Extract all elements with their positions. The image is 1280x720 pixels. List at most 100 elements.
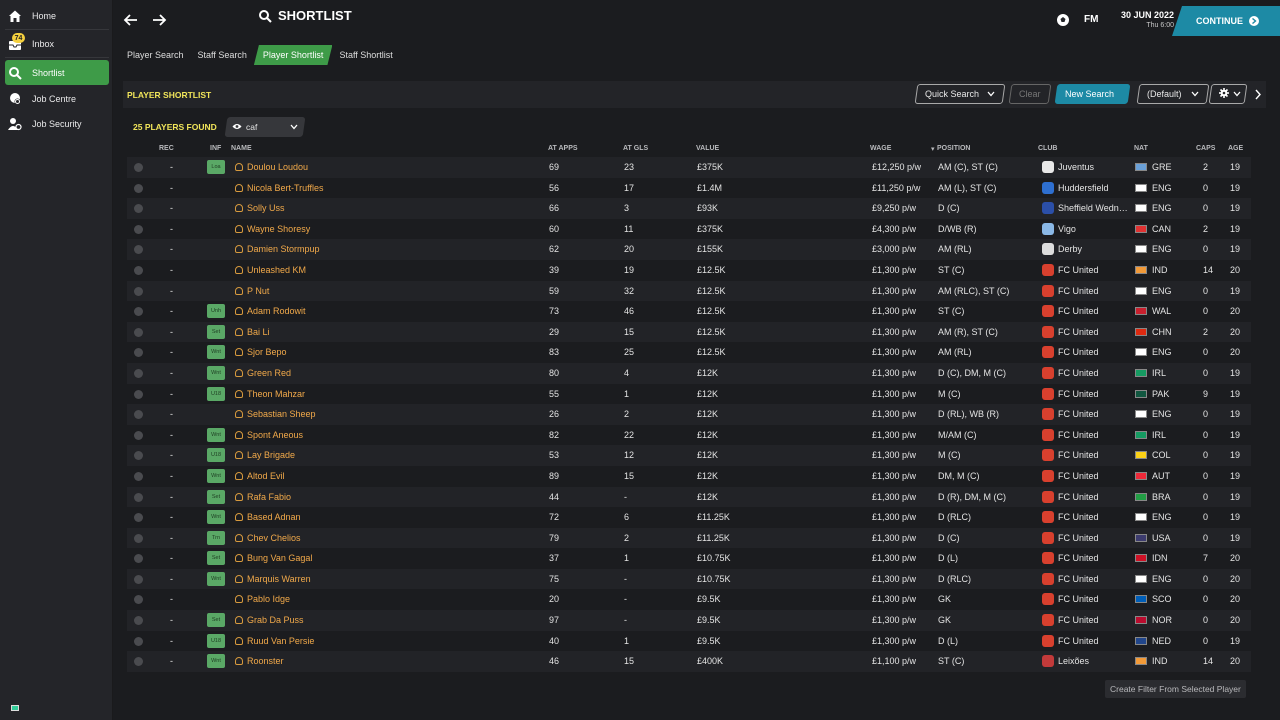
col-nat[interactable]: NAT — [1134, 145, 1148, 152]
table-row[interactable]: - U18 Lay Brigade 53 12 £12K £1,300 p/w M (C) FC… — [127, 445, 1251, 466]
player-name-link[interactable]: Green Red — [247, 368, 291, 378]
col-inf[interactable]: INF — [210, 145, 221, 152]
game-date[interactable]: 30 JUN 2022 Thu 6:00 — [1114, 10, 1174, 29]
nation-link[interactable]: ENG — [1152, 244, 1172, 254]
table-row[interactable]: - Unh Adam Rodowit 73 46 £12.5K £1,300 p/w ST (… — [127, 301, 1251, 322]
player-name-link[interactable]: Ruud Van Persie — [247, 636, 314, 646]
sidebar-item-job-centre[interactable]: Job Centre — [5, 86, 109, 111]
player-name-link[interactable]: Altod Evil — [247, 471, 285, 481]
sidebar-item-home[interactable]: Home — [5, 3, 109, 28]
club-link[interactable]: FC United — [1058, 450, 1099, 460]
fm-logo[interactable]: FM — [1084, 14, 1098, 25]
table-row[interactable]: - Wnt Spont Aneous 82 22 £12K £1,300 p/w M/AM (… — [127, 425, 1251, 446]
row-select-checkbox[interactable] — [134, 368, 143, 378]
col-club[interactable]: CLUB — [1038, 145, 1057, 152]
player-name-link[interactable]: P Nut — [247, 286, 269, 296]
table-row[interactable]: - Unleashed KM 39 19 £12.5K £1,300 p/w ST (C) F… — [127, 260, 1251, 281]
player-name-link[interactable]: Lay Brigade — [247, 450, 295, 460]
tab-staff-search[interactable]: Staff Search — [191, 45, 254, 65]
table-row[interactable]: - Pablo Idge 20 - £9.5K £1,300 p/w GK FC United… — [127, 589, 1251, 610]
player-name-link[interactable]: Nicola Bert-Truffles — [247, 183, 324, 193]
player-name-link[interactable]: Theon Mahzar — [247, 389, 305, 399]
row-select-checkbox[interactable] — [134, 533, 143, 543]
player-name-link[interactable]: Spont Aneous — [247, 430, 303, 440]
nation-link[interactable]: ENG — [1152, 409, 1172, 419]
table-row[interactable]: - Set Grab Da Puss 97 - £9.5K £1,300 p/w GK FC U… — [127, 610, 1251, 631]
chevron-right-icon[interactable] — [1254, 89, 1262, 100]
row-select-checkbox[interactable] — [134, 348, 143, 358]
player-name-link[interactable]: Sebastian Sheep — [247, 409, 316, 419]
nation-link[interactable]: ENG — [1152, 574, 1172, 584]
row-select-checkbox[interactable] — [134, 471, 143, 481]
table-row[interactable]: - Set Rafa Fabio 44 - £12K £1,300 p/w D (R), DM… — [127, 486, 1251, 508]
club-link[interactable]: FC United — [1058, 306, 1099, 316]
nation-link[interactable]: SCO — [1152, 594, 1172, 604]
player-name-link[interactable]: Wayne Shoresy — [247, 224, 310, 234]
row-select-checkbox[interactable] — [134, 245, 143, 255]
table-row[interactable]: - Wnt Green Red 80 4 £12K £1,300 p/w D (C), DM,… — [127, 362, 1251, 384]
nation-link[interactable]: IRL — [1152, 430, 1166, 440]
table-row[interactable]: - Set Bung Van Gagal 37 1 £10.75K £1,300 p/w D … — [127, 548, 1251, 569]
nation-link[interactable]: IRL — [1152, 368, 1166, 378]
nation-link[interactable]: IND — [1152, 265, 1168, 275]
back-arrow-icon[interactable] — [123, 12, 139, 28]
col-caps[interactable]: CAPS — [1196, 145, 1215, 152]
table-row[interactable]: - Wayne Shoresy 60 11 £375K £4,300 p/w D/WB (R… — [127, 219, 1251, 240]
col-age[interactable]: AGE — [1228, 145, 1243, 152]
table-row[interactable]: - Trn Chev Chelios 79 2 £11.25K £1,300 p/w D (C… — [127, 527, 1251, 549]
club-link[interactable]: FC United — [1058, 347, 1099, 357]
table-row[interactable]: - Damien Stormpup 62 20 £155K £3,000 p/w AM (R… — [127, 239, 1251, 260]
club-link[interactable]: FC United — [1058, 389, 1099, 399]
player-name-link[interactable]: Pablo Idge — [247, 594, 290, 604]
row-select-checkbox[interactable] — [134, 595, 143, 605]
club-link[interactable]: FC United — [1058, 265, 1099, 275]
player-name-link[interactable]: Marquis Warren — [247, 574, 311, 584]
col-position[interactable]: POSITION — [937, 145, 970, 152]
table-row[interactable]: - P Nut 59 32 £12.5K £1,300 p/w AM (RLC), ST (… — [127, 280, 1251, 302]
nation-link[interactable]: WAL — [1152, 306, 1171, 316]
row-select-checkbox[interactable] — [134, 430, 143, 440]
player-name-link[interactable]: Damien Stormpup — [247, 244, 320, 254]
nation-link[interactable]: CHN — [1152, 327, 1172, 337]
club-link[interactable]: Huddersfield — [1058, 183, 1109, 193]
row-select-checkbox[interactable] — [134, 616, 143, 626]
player-name-link[interactable]: Rafa Fabio — [247, 492, 291, 502]
player-name-link[interactable]: Sjor Bepo — [247, 347, 287, 357]
club-link[interactable]: FC United — [1058, 409, 1099, 419]
row-select-checkbox[interactable] — [134, 183, 143, 193]
club-link[interactable]: Juventus — [1058, 162, 1094, 172]
col-rec[interactable]: REC — [159, 145, 174, 152]
table-row[interactable]: - Solly Uss 66 3 £93K £9,250 p/w D (C) Sheffiel… — [127, 198, 1251, 219]
nation-link[interactable]: CAN — [1152, 224, 1171, 234]
nation-link[interactable]: USA — [1152, 533, 1171, 543]
row-select-checkbox[interactable] — [134, 307, 143, 317]
table-row[interactable]: - Loa Doulou Loudou 69 23 £375K £12,250 p/w AM … — [127, 157, 1251, 178]
player-name-link[interactable]: Solly Uss — [247, 203, 285, 213]
player-name-link[interactable]: Roonster — [247, 656, 284, 666]
club-link[interactable]: FC United — [1058, 368, 1099, 378]
clear-button[interactable]: Clear — [1008, 84, 1052, 104]
table-row[interactable]: - Wnt Altod Evil 89 15 £12K £1,300 p/w DM, M (C… — [127, 466, 1251, 487]
col-name[interactable]: NAME — [231, 145, 252, 152]
club-link[interactable]: Vigo — [1058, 224, 1076, 234]
club-link[interactable]: FC United — [1058, 512, 1099, 522]
club-link[interactable]: FC United — [1058, 636, 1099, 646]
row-select-checkbox[interactable] — [134, 265, 143, 275]
player-name-link[interactable]: Bung Van Gagal — [247, 553, 312, 563]
nation-link[interactable]: NED — [1152, 636, 1171, 646]
player-name-link[interactable]: Based Adnan — [247, 512, 301, 522]
table-row[interactable]: - U18 Ruud Van Persie 40 1 £9.5K £1,300 p/w D (… — [127, 631, 1251, 652]
row-select-checkbox[interactable] — [134, 389, 143, 399]
table-row[interactable]: - Sebastian Sheep 26 2 £12K £1,300 p/w D (RL),… — [127, 404, 1251, 425]
player-name-link[interactable]: Adam Rodowit — [247, 306, 306, 316]
club-link[interactable]: FC United — [1058, 553, 1099, 563]
row-select-checkbox[interactable] — [134, 554, 143, 564]
player-name-link[interactable]: Doulou Loudou — [247, 162, 308, 172]
row-select-checkbox[interactable] — [134, 286, 143, 296]
continue-button[interactable]: CONTINUE — [1172, 6, 1280, 36]
table-row[interactable]: - Wnt Sjor Bepo 83 25 £12.5K £1,300 p/w AM (RL)… — [127, 342, 1251, 363]
view-dropdown[interactable]: (Default) — [1136, 84, 1210, 104]
create-filter-button[interactable]: Create Filter From Selected Player — [1105, 680, 1246, 698]
row-select-checkbox[interactable] — [134, 224, 143, 234]
col-at-gls[interactable]: AT GLS — [623, 145, 648, 152]
